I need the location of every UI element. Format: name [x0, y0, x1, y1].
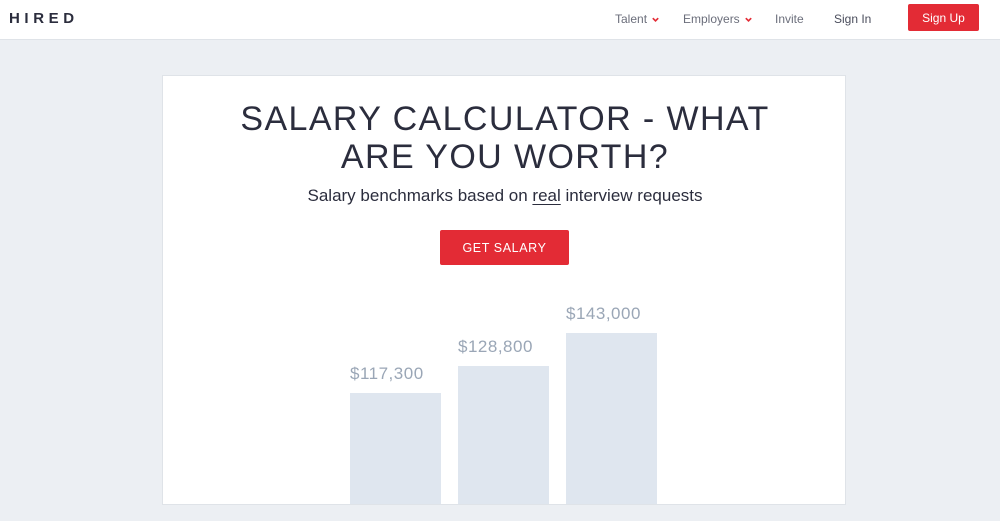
subtitle-text-after: interview requests	[560, 186, 703, 205]
get-salary-button[interactable]: GET SALARY	[440, 230, 569, 265]
salary-bar	[566, 333, 657, 504]
nav-talent[interactable]: Talent	[615, 12, 660, 26]
hired-logo[interactable]: HIRED	[9, 10, 79, 27]
page-title-line-1: SALARY CALCULATOR - WHAT	[240, 100, 770, 138]
nav-invite[interactable]: Invite	[775, 12, 804, 26]
salary-calculator-card: SALARY CALCULATOR - WHAT ARE YOU WORTH? …	[162, 75, 846, 505]
salary-bar-value-label: $143,000	[566, 304, 641, 323]
page-title-line-2: ARE YOU WORTH?	[340, 138, 670, 176]
salary-bar	[350, 393, 441, 504]
nav-talent-label: Talent	[615, 12, 648, 26]
nav-invite-label: Invite	[775, 12, 804, 26]
sign-up-button[interactable]: Sign Up	[908, 4, 979, 31]
page-title: SALARY CALCULATOR - WHAT ARE YOU WORTH?	[163, 100, 845, 176]
nav-sign-in[interactable]: Sign In	[834, 12, 871, 26]
nav-employers-label: Employers	[683, 12, 740, 26]
salary-bar	[458, 366, 549, 504]
top-navigation-bar: HIRED Talent Employers Invite Sign In Si…	[0, 0, 1000, 40]
salary-bar-value-label: $117,300	[350, 364, 424, 383]
salary-bar-value-label: $128,800	[458, 337, 533, 357]
page-subtitle: Salary benchmarks based on real intervie…	[163, 186, 845, 206]
subtitle-text-before: Salary benchmarks based on	[307, 186, 533, 205]
subtitle-emphasis: real	[532, 186, 561, 205]
nav-sign-in-label: Sign In	[834, 12, 872, 26]
nav-employers[interactable]: Employers	[683, 12, 753, 26]
chevron-down-icon	[652, 17, 659, 22]
chevron-down-icon	[744, 17, 752, 22]
